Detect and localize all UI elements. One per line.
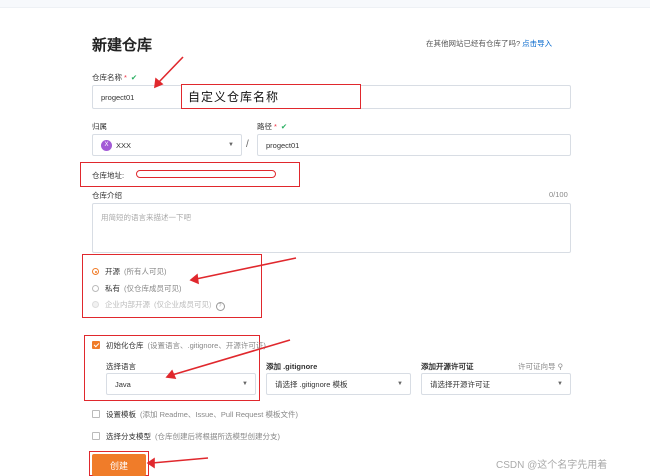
radio-selected-icon bbox=[92, 268, 99, 275]
owner-value: XXX bbox=[116, 140, 132, 150]
template-checkbox[interactable]: 设置模板 (添加 Readme、Issue、Pull Request 模板文件) bbox=[92, 409, 298, 420]
description-textarea[interactable]: 用简短的语言来描述一下吧 bbox=[92, 203, 571, 253]
repo-name-label-text: 仓库名称 bbox=[92, 73, 122, 82]
gitignore-label: 添加 .gitignore bbox=[266, 362, 318, 371]
radio-disabled-icon bbox=[92, 301, 99, 308]
check-icon: ✔ bbox=[130, 73, 138, 82]
checkbox-icon bbox=[92, 432, 100, 440]
chevron-down-icon: ▼ bbox=[228, 142, 234, 148]
option-sub: (所有人可见) bbox=[124, 267, 167, 276]
check-icon: ✔ bbox=[280, 122, 288, 131]
license-help[interactable]: 许可证向导 ⚲ bbox=[518, 361, 563, 372]
repo-address-redacted bbox=[136, 170, 276, 178]
license-help-text: 许可证向导 bbox=[518, 362, 556, 371]
path-label: 路径 * ✔ bbox=[257, 121, 287, 132]
avatar: X bbox=[101, 139, 112, 151]
checkbox-checked-icon bbox=[92, 341, 100, 349]
template-sub: (添加 Readme、Issue、Pull Request 模板文件) bbox=[140, 410, 298, 419]
gitignore-select[interactable]: 请选择 .gitignore 模板 ▼ bbox=[266, 373, 411, 395]
branch-model-checkbox[interactable]: 选择分支模型 (仓库创建后将根据所选模型创建分支) bbox=[92, 431, 280, 442]
checkbox-icon bbox=[92, 410, 100, 418]
wizard-icon: ⚲ bbox=[555, 362, 564, 371]
repo-address-label: 仓库地址: bbox=[92, 171, 125, 180]
option-sub: (仅企业成员可见) bbox=[154, 300, 212, 309]
owner-label: 归属 bbox=[92, 122, 107, 131]
branch-model-label: 选择分支模型 bbox=[106, 432, 151, 441]
language-label: 选择语言 bbox=[106, 362, 136, 371]
chevron-down-icon: ▼ bbox=[397, 381, 403, 387]
arrow-repo-name bbox=[157, 56, 184, 84]
page-title: 新建仓库 bbox=[92, 37, 153, 54]
radio-icon bbox=[92, 285, 99, 292]
arrow-create bbox=[151, 457, 209, 464]
visibility-option-private[interactable]: 私有 (仅仓库成员可见) bbox=[92, 283, 182, 294]
template-label: 设置模板 bbox=[106, 410, 136, 419]
help-icon[interactable]: ? bbox=[215, 302, 225, 311]
description-label: 仓库介绍 bbox=[92, 191, 122, 200]
gitignore-value: 请选择 .gitignore 模板 bbox=[275, 379, 348, 389]
owner-select[interactable]: X XXX ▼ bbox=[92, 134, 242, 156]
license-value: 请选择开源许可证 bbox=[430, 379, 490, 389]
language-value: Java bbox=[115, 379, 131, 389]
chevron-down-icon: ▼ bbox=[557, 381, 563, 387]
watermark: CSDN @这个名字先用着 bbox=[496, 460, 608, 471]
chevron-down-icon: ▼ bbox=[242, 381, 248, 387]
branch-model-sub: (仓库创建后将根据所选模型创建分支) bbox=[155, 432, 280, 441]
visibility-option-public[interactable]: 开源 (所有人可见) bbox=[92, 266, 167, 277]
description-counter: 0/100 bbox=[549, 190, 568, 199]
language-select[interactable]: Java ▼ bbox=[106, 373, 256, 395]
option-sub: (仅仓库成员可见) bbox=[124, 284, 182, 293]
option-label: 企业内部开源 bbox=[105, 300, 150, 309]
option-label: 私有 bbox=[105, 284, 120, 293]
init-repo-checkbox[interactable]: 初始化仓库 (设置语言、.gitignore、开源许可证) bbox=[92, 340, 266, 351]
import-link[interactable]: 点击导入 bbox=[522, 39, 552, 48]
create-button[interactable]: 创建 bbox=[92, 454, 146, 476]
init-repo-sub: (设置语言、.gitignore、开源许可证) bbox=[147, 341, 266, 350]
description-placeholder: 用简短的语言来描述一下吧 bbox=[101, 213, 191, 222]
path-separator: / bbox=[246, 139, 249, 150]
license-label: 添加开源许可证 bbox=[421, 362, 474, 371]
repo-name-annotation-box: 自定义仓库名称 bbox=[181, 84, 361, 109]
repo-name-value: progect01 bbox=[101, 92, 135, 102]
visibility-option-enterprise: 企业内部开源 (仅企业成员可见)? bbox=[92, 299, 225, 311]
import-hint: 在其他网站已经有仓库了吗? 点击导入 bbox=[426, 38, 552, 49]
import-hint-text: 在其他网站已经有仓库了吗? bbox=[426, 39, 521, 48]
required-mark: * bbox=[274, 122, 277, 131]
path-input[interactable]: progect01 bbox=[257, 134, 571, 156]
repo-name-annotation-text: 自定义仓库名称 bbox=[188, 90, 280, 104]
path-label-text: 路径 bbox=[257, 122, 272, 131]
repo-name-label: 仓库名称 * ✔ bbox=[92, 72, 137, 83]
path-value: progect01 bbox=[266, 140, 300, 150]
option-label: 开源 bbox=[105, 267, 120, 276]
init-repo-label: 初始化仓库 bbox=[106, 341, 144, 350]
required-mark: * bbox=[124, 73, 127, 82]
top-bar bbox=[0, 0, 650, 8]
license-select[interactable]: 请选择开源许可证 ▼ bbox=[421, 373, 571, 395]
